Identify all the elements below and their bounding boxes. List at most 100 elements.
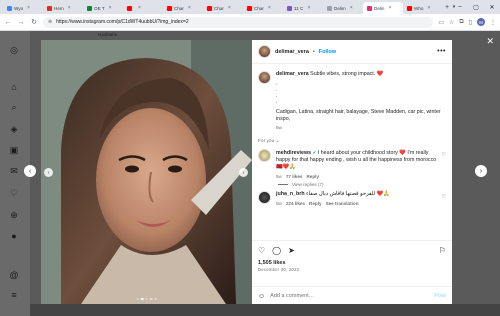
forward-icon[interactable]: → <box>17 19 25 26</box>
notifications-icon[interactable]: ♡ <box>8 187 20 199</box>
author-avatar[interactable] <box>258 45 271 58</box>
post-comment-button[interactable]: Post <box>434 293 446 299</box>
extension-icon[interactable]: ⧉ <box>459 19 463 26</box>
photo-prev-button[interactable]: ‹ <box>44 168 53 177</box>
reels-icon[interactable]: ▣ <box>8 144 20 156</box>
commenter-username[interactable]: mehdireviews <box>276 150 311 156</box>
separator-dot: • <box>312 48 315 55</box>
browser-tab[interactable]: 11 C × <box>283 2 323 14</box>
follow-button[interactable]: Follow <box>319 49 336 55</box>
caption-meta: 5w <box>276 124 446 131</box>
comment-likes[interactable]: 224 likes <box>286 200 305 207</box>
bookmark-star-icon[interactable]: ☆ <box>449 19 454 26</box>
profile-avatar[interactable]: M <box>477 18 485 26</box>
close-modal-icon[interactable]: ✕ <box>486 36 494 47</box>
tab-close-icon[interactable]: × <box>388 5 391 11</box>
caption-text: Subtle vibes, strong impact. ❤️ <box>310 71 384 77</box>
share-icon[interactable]: ➤ <box>288 246 295 255</box>
reply-button[interactable]: Reply <box>309 200 322 207</box>
threads-icon[interactable]: @ <box>8 269 20 281</box>
see-translation-button[interactable]: See translation <box>326 200 359 207</box>
tab-close-icon[interactable]: × <box>228 5 231 11</box>
emoji-icon[interactable]: ☺ <box>258 293 265 300</box>
tab-close-icon[interactable]: × <box>138 5 141 11</box>
save-icon[interactable]: ⚐ <box>439 246 446 255</box>
tab-close-icon[interactable]: × <box>350 5 353 11</box>
for-you-dropdown[interactable]: For you ⌄ <box>258 139 446 144</box>
caption-time[interactable]: 5w <box>276 124 282 131</box>
view-replies-label: View replies (7) <box>292 182 324 187</box>
search-icon[interactable]: ⌕ <box>8 101 20 113</box>
more-menu-icon[interactable]: ≡ <box>8 289 20 301</box>
browser-tab[interactable]: Delim × <box>323 2 363 14</box>
tab-close-icon[interactable]: × <box>27 5 30 11</box>
maximize-icon[interactable]: ▢ <box>468 4 484 11</box>
new-tab-button[interactable]: + <box>443 4 451 11</box>
tab-favicon-icon <box>327 5 332 11</box>
browser-tab[interactable]: Who × <box>403 2 443 14</box>
like-comment-icon[interactable]: ♡ <box>442 152 446 180</box>
like-comment-icon[interactable]: ♡ <box>442 194 446 207</box>
comment-meta: 5w 77 likes Reply <box>276 173 437 180</box>
browser-tab[interactable]: Wyo × <box>3 2 43 14</box>
site-info-icon[interactable]: ⊜ <box>48 19 52 25</box>
create-icon[interactable]: ⊕ <box>8 209 20 221</box>
home-icon[interactable]: ⌂ <box>8 81 20 93</box>
previous-post-button[interactable]: ‹ <box>24 165 36 177</box>
author-username[interactable]: delimar_vera <box>275 49 309 55</box>
url-input[interactable]: ⊜ https://www.instagram.com/p/C1dWT4uubb… <box>43 16 434 28</box>
browser-tab[interactable]: Char × <box>243 2 283 14</box>
explore-icon[interactable]: ◈ <box>8 123 20 135</box>
photo-next-button[interactable]: › <box>239 168 248 177</box>
tab-close-icon[interactable]: × <box>188 5 191 11</box>
replies-line <box>278 184 288 185</box>
like-icon[interactable]: ♡ <box>258 246 265 255</box>
comment-input[interactable]: Add a comment… <box>270 293 429 299</box>
profile-icon[interactable]: ● <box>8 230 20 242</box>
comment-likes[interactable]: 77 likes <box>286 173 303 180</box>
commenter-username[interactable]: juha_n_brh <box>276 191 305 197</box>
browser-tab[interactable]: OE T × <box>83 2 123 14</box>
browser-tab[interactable]: × <box>123 2 163 14</box>
tab-close-icon[interactable]: × <box>268 5 271 11</box>
verified-badge-icon: ✔ <box>312 150 317 155</box>
reload-icon[interactable]: ↻ <box>30 18 38 26</box>
close-window-icon[interactable]: ✕ <box>484 4 500 11</box>
back-icon[interactable]: ← <box>4 19 12 26</box>
comment-time[interactable]: 5w <box>276 173 282 180</box>
tab-close-icon[interactable]: × <box>427 5 430 11</box>
browser-tab[interactable]: Char × <box>203 2 243 14</box>
commenter-avatar[interactable] <box>258 149 271 162</box>
comment-time[interactable]: 5w <box>276 200 282 207</box>
tab-close-icon[interactable]: × <box>68 5 71 11</box>
more-options-icon[interactable]: ••• <box>437 48 446 55</box>
browser-tab[interactable]: Delin × <box>363 2 403 14</box>
tab-title: Who <box>414 5 424 11</box>
likes-count[interactable]: 1,505 likes <box>258 260 446 266</box>
comments-list[interactable]: delimar_vera Subtle vibes, strong impact… <box>252 65 452 240</box>
view-replies-button[interactable]: View replies (7) <box>278 182 446 187</box>
commenter-avatar[interactable] <box>258 191 271 204</box>
carousel-dot <box>140 297 144 300</box>
browser-tab[interactable]: Hem × <box>43 2 83 14</box>
browser-tab[interactable]: Char × <box>163 2 203 14</box>
comment-icon[interactable]: ◯ <box>272 246 281 255</box>
tab-close-icon[interactable]: × <box>307 5 310 11</box>
tab-favicon-icon <box>7 5 12 11</box>
browser-menu-icon[interactable]: ⋮ <box>490 19 496 26</box>
post-photo[interactable]: ‹ › <box>41 40 252 304</box>
tab-title: OE T <box>94 5 105 11</box>
caption-avatar[interactable] <box>258 71 271 84</box>
tab-close-icon[interactable]: × <box>109 5 112 11</box>
next-post-button[interactable]: › <box>475 165 487 177</box>
reply-button[interactable]: Reply <box>306 173 319 180</box>
sidepanel-icon[interactable]: ▯ <box>469 19 472 26</box>
messages-icon[interactable]: ✉ <box>8 165 20 177</box>
minimize-icon[interactable]: – <box>452 4 468 10</box>
caption-username[interactable]: delimar_vera <box>276 71 309 77</box>
tab-favicon-icon <box>167 5 172 11</box>
instagram-logo-icon[interactable]: ◎ <box>8 44 20 56</box>
cast-icon[interactable]: ▭ <box>438 19 444 26</box>
carousel-dot <box>145 297 148 300</box>
tab-title: Delin <box>374 5 385 11</box>
